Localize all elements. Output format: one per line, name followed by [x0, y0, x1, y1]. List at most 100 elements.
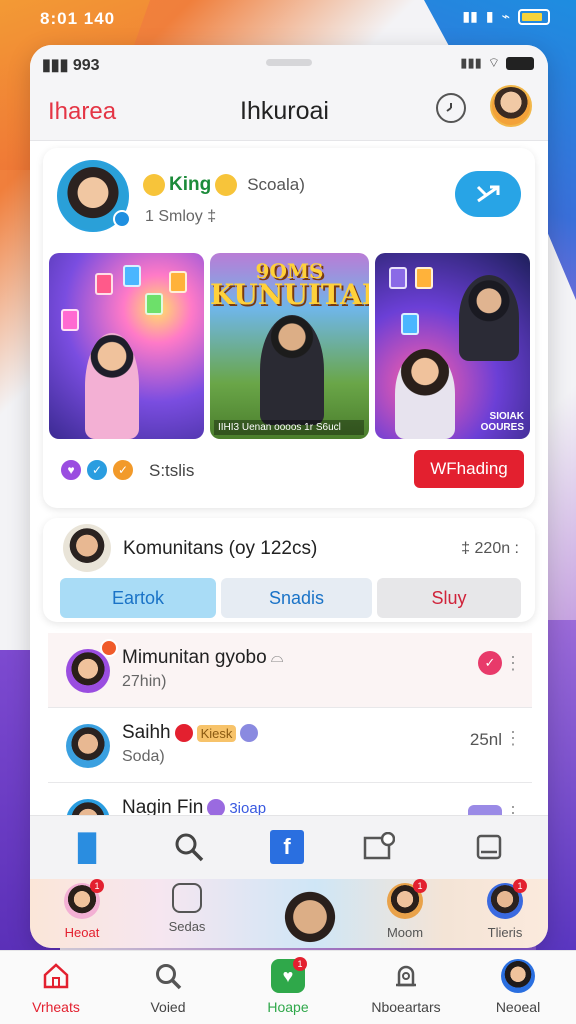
heart-icon: ✓ — [478, 651, 502, 675]
video-thumbnail[interactable] — [49, 253, 204, 439]
inner-status-bar: ▮▮▮ 993 ▮▮▮ ⌔ — [30, 45, 548, 85]
tag-badge: Kiesk — [196, 724, 237, 742]
notification-badge: 1 — [293, 957, 307, 971]
story-item[interactable]: 1 Moom — [370, 879, 440, 940]
smile-emoji-icon — [143, 174, 165, 196]
chat-icon: ♥ 1 — [271, 957, 307, 993]
app-tab-bar: ▐▌ f — [30, 815, 548, 879]
reaction-count: S:tslis — [149, 461, 195, 480]
story-item[interactable]: Sedas — [152, 883, 222, 934]
signal-icon: ▮▮▮ — [460, 55, 482, 70]
nav-item-home[interactable]: Vrheats — [6, 959, 106, 1015]
floating-card-shape — [95, 273, 113, 295]
page-title: Ihkuroai — [240, 97, 329, 125]
profile-icon — [501, 959, 535, 993]
tab-eartok[interactable]: Eartok — [60, 578, 216, 618]
lock-icon[interactable] — [472, 830, 506, 864]
floating-card-shape — [61, 309, 79, 331]
community-title[interactable]: Komunitans (oy 122cs) — [123, 538, 317, 560]
verified-icon — [240, 724, 259, 742]
floating-card-shape — [389, 267, 407, 289]
tab-sluy[interactable]: Sluy — [377, 578, 521, 618]
more-menu-icon[interactable]: ⋮ — [504, 653, 522, 674]
list-item[interactable]: Saihh Kiesk Soda) 25nl ⋮ — [48, 708, 532, 783]
list-item-name: Saihh Kiesk — [122, 722, 259, 744]
notification-badge: 1 — [413, 879, 427, 893]
notification-badge — [100, 639, 118, 657]
list-item-name-text: Mimunitan gyobo — [122, 647, 267, 668]
reaction-row[interactable]: ♥ ✓ ✓ — [59, 458, 135, 482]
inbox-icon[interactable] — [362, 830, 396, 864]
avatar: 1 — [387, 879, 427, 919]
nav-item-profile[interactable]: Neoeal — [468, 959, 568, 1015]
video-thumbnail[interactable]: SIOIAK OOURES — [375, 253, 530, 439]
avatar — [66, 724, 110, 768]
headphones-icon: ⌓ — [270, 649, 284, 666]
bottom-nav: Vrheats Voied ♥ 1 Hoape Nboeartars Neoea… — [0, 950, 576, 1024]
watch-button[interactable]: WFhading — [414, 450, 524, 488]
os-status-bar: 8:01 140 ▮▮ ▮ ⌁ — [0, 0, 576, 36]
edit-icon — [172, 883, 202, 913]
list-item-sub: 27hin) — [122, 673, 167, 690]
brand-logo[interactable]: Iharea — [48, 98, 116, 126]
thumbnail-title-line: KUNUITAI — [210, 278, 369, 311]
story-label: Moom — [386, 925, 424, 940]
community-count: ‡ 220n : — [461, 540, 519, 557]
laugh-emoji-icon — [215, 174, 238, 196]
floating-card-shape — [145, 293, 163, 315]
os-status-icons: ▮▮ ▮ ⌁ — [462, 8, 550, 25]
heart-reaction-icon: ♥ — [59, 458, 83, 482]
nav-label: Neoeal — [495, 999, 541, 1015]
floating-card-shape — [401, 313, 419, 335]
nav-item-alerts[interactable]: Nboeartars — [356, 959, 456, 1015]
battery-icon — [518, 8, 550, 25]
community-avatar[interactable] — [63, 524, 111, 572]
os-time: 8:01 140 — [40, 9, 116, 28]
story-item[interactable]: 1 Heoat — [47, 879, 117, 940]
notification-badge: 1 — [513, 879, 527, 893]
thumbnail-caption: IIHI3 Uenan oooos 1r S6ucl — [214, 420, 364, 435]
video-thumbnail[interactable]: 9OMS KUNUITAI IIHI3 Uenan oooos 1r S6ucl — [210, 253, 369, 439]
story-item[interactable]: 1 Tlieris — [470, 879, 540, 940]
list-item[interactable]: Mimunitan gyobo ⌓ 27hin) ✓ ⋮ — [48, 633, 532, 708]
user-avatar[interactable] — [490, 85, 532, 127]
list-item-sub: Soda) — [122, 748, 165, 765]
story-label: Tlieris — [487, 925, 523, 940]
story-meta: 1 Smloy ‡ — [145, 208, 217, 225]
signal-icon: ▮▮▮ — [42, 57, 73, 74]
share-button[interactable] — [455, 171, 521, 217]
wifi-icon: ⌁ — [501, 8, 510, 24]
facebook-icon[interactable]: f — [270, 830, 304, 864]
avatar: 1 — [487, 879, 527, 919]
heart-toggle[interactable]: ✓ — [478, 651, 502, 675]
app-header: Iharea Ihkuroai — [30, 85, 548, 141]
tab-snadis[interactable]: Snadis — [221, 578, 372, 618]
inner-time-text: 993 — [72, 57, 100, 74]
list-item-name: Mimunitan gyobo ⌓ — [122, 647, 283, 669]
more-menu-icon[interactable]: ⋮ — [504, 728, 522, 749]
thumbnail-corner-text: SIOIAK OOURES — [480, 411, 524, 433]
share-icon — [476, 185, 500, 203]
chart-icon[interactable]: ▐▌ — [69, 830, 106, 864]
story-source: Scoala) — [247, 175, 305, 194]
inner-status-icons: ▮▮▮ ⌔ — [460, 55, 534, 71]
person-figure — [85, 333, 139, 439]
alarm-icon — [389, 959, 423, 993]
nav-item-search[interactable]: Voied — [118, 959, 218, 1015]
battery-icon — [506, 56, 534, 70]
clock-icon[interactable] — [436, 93, 466, 123]
nav-item-chat[interactable]: ♥ 1 Hoape — [238, 957, 338, 1015]
notch — [266, 59, 312, 66]
person-figure — [459, 275, 519, 361]
nav-label: Nboeartars — [371, 999, 441, 1015]
story-author[interactable]: King Scoala) — [143, 174, 305, 196]
search-icon[interactable] — [172, 830, 206, 864]
like-reaction-icon: ✓ — [85, 458, 109, 482]
person-figure — [395, 349, 455, 439]
notification-badge: 1 — [90, 879, 104, 893]
nav-label: Hoape — [267, 999, 309, 1015]
wow-reaction-icon: ✓ — [111, 458, 135, 482]
featured-story-face[interactable] — [270, 879, 350, 948]
story-card: King Scoala) 1 Smloy ‡ 9OMS KUNUITAI IIH… — [43, 148, 535, 508]
list-item-name-text: Saihh — [122, 722, 171, 743]
